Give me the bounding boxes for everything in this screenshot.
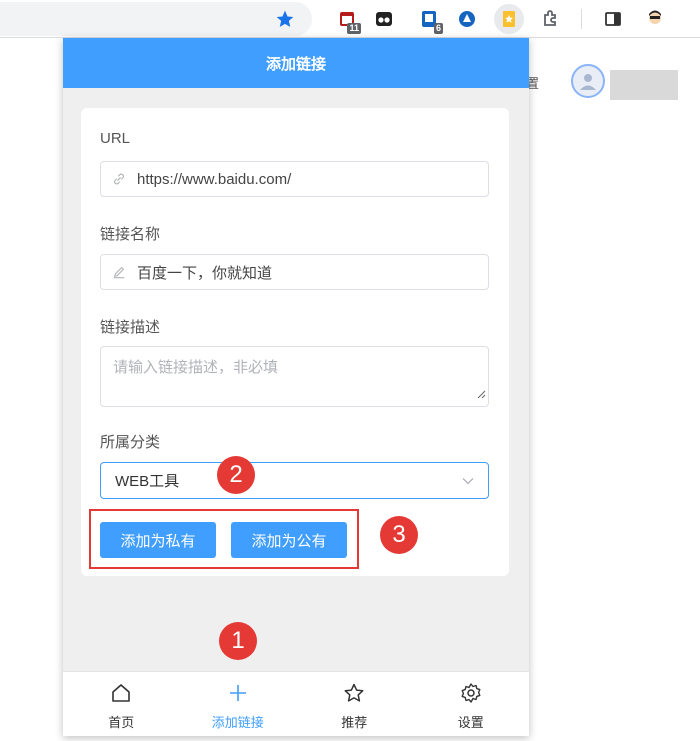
- link-name-label: 链接名称: [100, 226, 161, 243]
- resize-handle-icon[interactable]: [477, 386, 486, 404]
- category-value: WEB工具: [115, 473, 180, 490]
- link-description-label: 链接描述: [100, 319, 161, 336]
- tampermonkey-icon[interactable]: [369, 4, 399, 34]
- step-marker-1: 1: [219, 622, 257, 660]
- link-icon: [101, 172, 137, 186]
- description-placeholder: 请输入链接描述，非必填: [113, 359, 279, 376]
- add-link-form: URL https://www.baidu.com/ 链接名称 百度一下，你就知…: [81, 108, 509, 576]
- nav-label: 设置: [457, 715, 484, 730]
- step-marker-3: 3: [380, 516, 418, 554]
- extensions-puzzle-icon[interactable]: [536, 4, 566, 34]
- nav-label: 添加链接: [211, 715, 264, 730]
- category-label: 所属分类: [100, 434, 161, 451]
- add-public-button[interactable]: 添加为公有: [231, 522, 347, 558]
- background-blurred-username: [610, 70, 678, 100]
- step-marker-2: 2: [217, 456, 255, 494]
- link-description-textarea[interactable]: 请输入链接描述，非必填: [100, 346, 489, 407]
- plus-icon: [227, 682, 249, 709]
- browser-toolbar: 11 6: [0, 0, 700, 38]
- gear-icon: [460, 682, 482, 709]
- nav-item-settings[interactable]: 设置: [413, 672, 530, 736]
- url-value: https://www.baidu.com/: [137, 170, 292, 188]
- add-private-button[interactable]: 添加为私有: [100, 522, 216, 558]
- popup-title: 添加链接: [63, 38, 529, 88]
- toolbar-separator: [581, 9, 582, 29]
- nav-item-home[interactable]: 首页: [63, 672, 180, 736]
- profile-avatar-icon[interactable]: [640, 4, 670, 34]
- home-icon: [110, 682, 132, 709]
- screen: 11 6 置 添加链接 URL https://www.baidu.com/ 链…: [0, 0, 700, 741]
- extension-badge: 11: [347, 23, 361, 34]
- tab-manager-icon[interactable]: 6: [414, 4, 444, 34]
- bookmark-star-icon[interactable]: [270, 4, 300, 34]
- extension-badge: 6: [433, 23, 443, 34]
- navigation-extension-icon[interactable]: [452, 4, 482, 34]
- star-icon: [343, 682, 365, 709]
- extension-popup: 添加链接 URL https://www.baidu.com/ 链接名称 百度一…: [63, 38, 529, 736]
- link-name-input[interactable]: 百度一下，你就知道: [100, 254, 489, 290]
- edit-icon: [101, 265, 137, 279]
- bottom-nav: 首页 添加链接 推荐 设置: [63, 671, 529, 736]
- nav-label: 推荐: [341, 715, 368, 730]
- address-bar[interactable]: [0, 2, 312, 36]
- calendar-extension-icon[interactable]: 11: [332, 4, 362, 34]
- url-input[interactable]: https://www.baidu.com/: [100, 161, 489, 197]
- bookmark-extension-icon[interactable]: [494, 4, 524, 34]
- nav-item-add-link[interactable]: 添加链接: [180, 672, 297, 736]
- link-name-value: 百度一下，你就知道: [137, 264, 273, 282]
- background-avatar[interactable]: [571, 64, 605, 98]
- chevron-down-icon: [462, 472, 474, 490]
- url-label: URL: [100, 130, 131, 147]
- side-panel-icon[interactable]: [598, 4, 628, 34]
- category-select[interactable]: WEB工具: [100, 462, 489, 499]
- nav-item-recommend[interactable]: 推荐: [296, 672, 413, 736]
- nav-label: 首页: [108, 715, 135, 730]
